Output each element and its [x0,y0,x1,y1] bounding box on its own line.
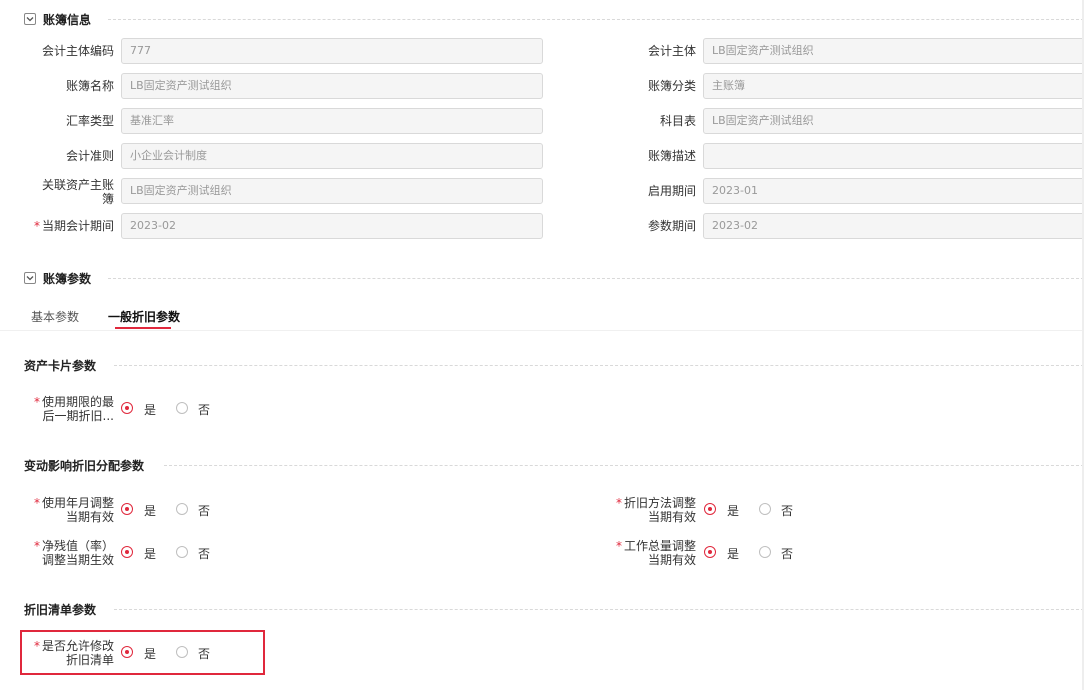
label-line: 使用年月调整 [41,496,114,510]
radio-yes-label[interactable]: 是 [144,401,156,418]
required-mark: * [33,395,40,409]
tab-general-depreciation-params[interactable]: 一般折旧参数 [108,308,180,325]
divider [114,365,1084,366]
required-mark: * [615,539,622,553]
required-mark: * [33,496,40,510]
label-line: 折旧清单 [65,653,114,667]
label-rate-type: 汇率类型 [65,114,114,128]
accounting-standard-field[interactable]: 小企业会计制度 [121,143,543,169]
label-param-period: 参数期间 [647,219,696,233]
rate-type-field[interactable]: 基准汇率 [121,108,543,134]
entity-code-field[interactable]: 777 [121,38,543,64]
required-mark: * [615,496,622,510]
required-mark: * [33,639,40,653]
label-last-period-depreciation: * 使用期限的最 后一期折旧... [20,395,114,423]
radio-no[interactable] [759,546,771,558]
label-line: 当期有效 [647,510,696,524]
label-allow-modify-list: * 是否允许修改 折旧清单 [20,639,114,667]
tab-bar-border [0,330,1084,331]
label-depreciation-method: * 折旧方法调整 当期有效 [596,496,696,524]
label-line: 调整当期生效 [41,553,114,567]
radio-yes-label[interactable]: 是 [727,545,739,562]
start-period-field[interactable]: 2023-01 [703,178,1084,204]
radio-no[interactable] [176,546,188,558]
radio-yes[interactable] [121,503,133,515]
radio-no-label[interactable]: 否 [198,502,210,519]
param-period-field[interactable]: 2023-02 [703,213,1084,239]
label-line: 后一期折旧... [42,409,114,423]
ledger-name-field[interactable]: LB固定资产测试组织 [121,73,543,99]
radio-no[interactable] [759,503,771,515]
radio-no[interactable] [176,402,188,414]
radio-no[interactable] [176,503,188,515]
label-line: 工作总量调整 [623,539,696,553]
radio-yes-label[interactable]: 是 [144,645,156,662]
ledger-category-field[interactable]: 主账簿 [703,73,1084,99]
label-line: 是否允许修改 [41,639,114,653]
label-residual-value: * 净残值（率） 调整当期生效 [20,539,114,567]
section-title: 账簿信息 [43,12,92,27]
radio-yes[interactable] [704,503,716,515]
radio-yes[interactable] [121,546,133,558]
tab-basic-params[interactable]: 基本参数 [31,308,79,325]
label-line: 簿 [101,192,114,206]
label-ledger-category: 账簿分类 [647,79,696,93]
label-total-workload: * 工作总量调整 当期有效 [596,539,696,567]
radio-yes[interactable] [121,402,133,414]
group-title-depreciation-list: 折旧清单参数 [24,603,97,617]
label-text: 当期会计期间 [41,219,114,233]
label-entity-code: 会计主体编码 [41,44,114,58]
chevron-down-icon[interactable] [24,272,36,284]
required-mark: * [33,539,40,553]
current-period-field[interactable]: 2023-02 [121,213,543,239]
label-current-period: * 当期会计期间 [20,219,114,233]
radio-no-label[interactable]: 否 [781,545,793,562]
label-accounting-standard: 会计准则 [65,149,114,163]
group-title-change-allocation: 变动影响折旧分配参数 [24,459,145,473]
ledger-params-header[interactable]: 账簿参数 [24,268,91,288]
radio-no-label[interactable]: 否 [781,502,793,519]
radio-no[interactable] [176,646,188,658]
radio-yes[interactable] [704,546,716,558]
required-mark: * [33,219,40,233]
label-line: 当期有效 [647,553,696,567]
section-title: 账簿参数 [43,271,92,286]
label-ledger-name: 账簿名称 [65,79,114,93]
radio-no-label[interactable]: 否 [198,401,210,418]
radio-no-label[interactable]: 否 [198,645,210,662]
chevron-down-icon[interactable] [24,13,36,25]
radio-yes-label[interactable]: 是 [144,502,156,519]
label-use-year-month: * 使用年月调整 当期有效 [20,496,114,524]
radio-no-label[interactable]: 否 [198,545,210,562]
label-ledger-description: 账簿描述 [647,149,696,163]
label-entity: 会计主体 [647,44,696,58]
chart-of-accounts-field[interactable]: LB固定资产测试组织 [703,108,1084,134]
ledger-info-header[interactable]: 账簿信息 [24,9,91,29]
divider [114,609,1084,610]
radio-yes-label[interactable]: 是 [727,502,739,519]
entity-field[interactable]: LB固定资产测试组织 [703,38,1084,64]
label-line: 折旧方法调整 [623,496,696,510]
related-asset-ledger-field[interactable]: LB固定资产测试组织 [121,178,543,204]
radio-yes[interactable] [121,646,133,658]
ledger-description-field[interactable] [703,143,1084,169]
label-line: 净残值（率） [41,539,114,553]
group-title-asset-card: 资产卡片参数 [24,359,97,373]
radio-yes-label[interactable]: 是 [144,545,156,562]
label-line: 使用期限的最 [41,395,114,409]
divider [108,19,1084,20]
divider [164,465,1084,466]
label-chart-of-accounts: 科目表 [659,114,696,128]
label-line: 当期有效 [65,510,114,524]
active-tab-indicator [115,327,171,329]
label-start-period: 启用期间 [647,184,696,198]
divider [108,278,1084,279]
label-line: 关联资产主账 [41,178,114,192]
label-related-asset-ledger: 关联资产主账 簿 [20,178,114,206]
